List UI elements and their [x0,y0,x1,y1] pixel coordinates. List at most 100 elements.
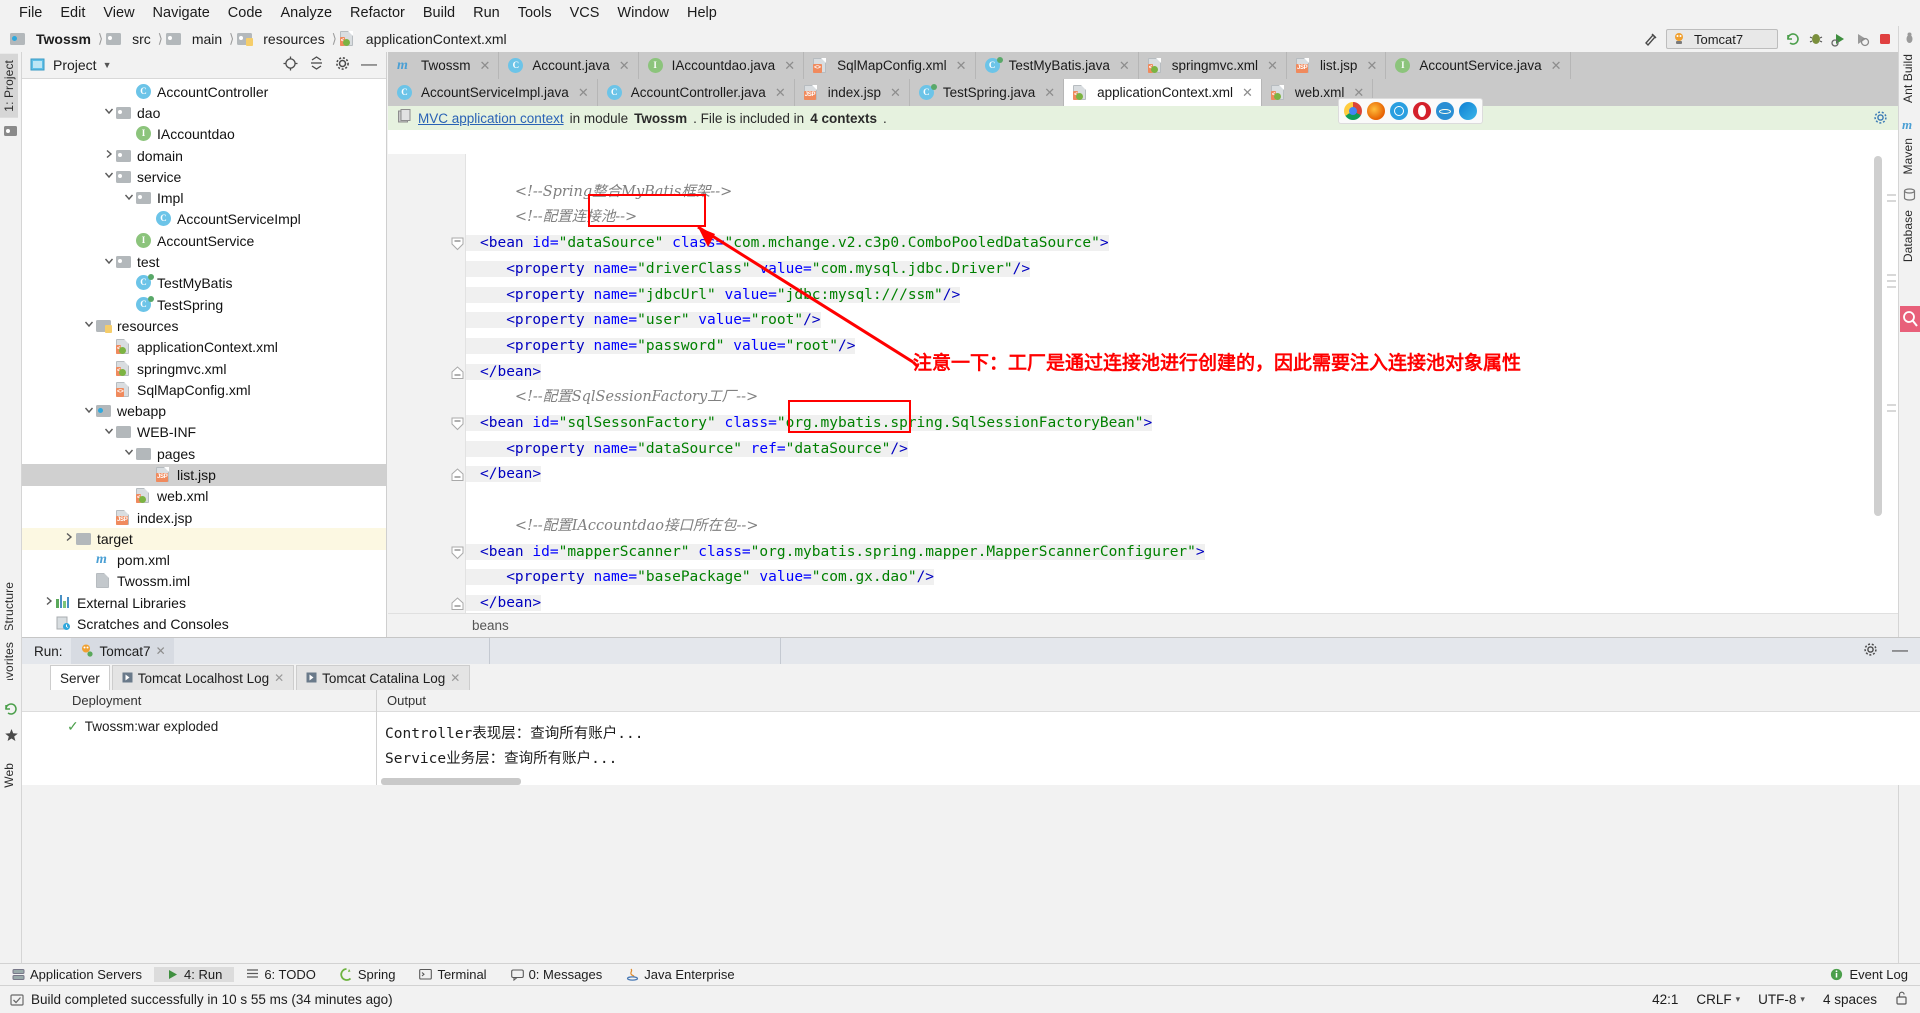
menu-item-view[interactable]: View [94,3,143,23]
debug-icon[interactable] [1808,31,1824,47]
close-icon[interactable]: ✕ [578,85,589,101]
event-log-button[interactable]: Event Log [1830,967,1920,982]
chevron-right-icon[interactable] [42,596,56,609]
close-icon[interactable]: ✕ [1242,85,1253,101]
editor-tab-account-java[interactable]: C Account.java ✕ [499,52,639,79]
menu-item-tools[interactable]: Tools [509,3,561,23]
editor-vertical-scrollbar[interactable] [1871,154,1885,613]
project-tree[interactable]: C AccountController dao I IAccountdao domain s… [22,79,386,637]
editor-tab-sqlmapconfig-xml[interactable]: <> SqlMapConfig.xml ✕ [804,52,976,79]
close-icon[interactable]: ✕ [619,58,630,74]
indent-widget[interactable]: 4 spaces [1823,992,1877,1007]
run-sub-tabs[interactable]: Server Tomcat Localhost Log ✕ Tomcat Catali… [22,664,1920,690]
stop-icon[interactable] [1877,31,1893,47]
close-icon[interactable]: ✕ [1044,85,1055,101]
unlocked-icon[interactable] [1895,991,1908,1008]
hide-icon[interactable]: — [1892,643,1908,659]
line-separator-widget[interactable]: CRLF ▾ [1696,992,1740,1007]
close-icon[interactable]: ✕ [1119,58,1130,74]
tree-node-web-inf[interactable]: WEB-INF [22,422,386,443]
tree-node-test[interactable]: test [22,251,386,272]
code-line[interactable]: <bean id="mapperScanner" class="org.myba… [466,540,1898,566]
strip-tab-ant-build[interactable]: Ant Build [1899,48,1917,109]
gear-icon[interactable] [1863,642,1878,660]
editor-tab-accountservice-java[interactable]: I AccountService.java ✕ [1386,52,1571,79]
close-icon[interactable]: ✕ [1267,58,1278,74]
run-tab-tomcat7[interactable]: Tomcat7 ✕ [70,638,174,664]
strip-tab-maven[interactable]: Maven [1899,132,1917,181]
menu-item-help[interactable]: Help [678,3,726,23]
close-icon[interactable]: ✕ [450,671,460,685]
tree-node-applicationcontext-xml[interactable]: < applicationContext.xml [22,337,386,358]
editor-tab-twossm[interactable]: m Twossm ✕ [388,52,500,79]
bottom-tab-java-enterprise[interactable]: Java Enterprise [614,967,746,982]
strip-tab-project[interactable]: 1: Project [0,54,18,118]
code-line[interactable]: </bean> [466,462,1898,488]
close-icon[interactable]: ✕ [274,671,284,685]
menu-item-run[interactable]: Run [464,3,509,23]
chevron-down-icon[interactable] [82,405,96,418]
tree-node-target[interactable]: target [22,528,386,550]
tree-node-springmvc-xml[interactable]: < springmvc.xml [22,358,386,379]
context-settings-icon[interactable] [1873,110,1888,128]
run-subtab-tomcat-catalina-log[interactable]: Tomcat Catalina Log ✕ [296,665,471,690]
fold-close-icon[interactable] [451,468,464,485]
close-icon[interactable]: ✕ [480,58,491,74]
tree-node-pom-xml[interactable]: m pom.xml [22,550,386,571]
encoding-widget[interactable]: UTF-8 ▾ [1758,992,1805,1007]
strip-tab-database[interactable]: Database [1899,204,1917,268]
edge-icon[interactable] [1459,102,1477,120]
editor-tab-applicationcontext-xml[interactable]: < applicationContext.xml ✕ [1064,79,1262,106]
tree-node-scratches-and-consoles[interactable]: Scratches and Consoles [22,613,386,634]
bottom-tab-run[interactable]: 4: Run [154,967,235,982]
close-icon[interactable]: ✕ [890,85,901,101]
bottom-tab-application-servers[interactable]: Application Servers [0,967,154,982]
fold-open-icon[interactable] [451,546,464,563]
bottom-tab-todo[interactable]: 6: TODO [234,967,328,982]
fold-close-icon[interactable] [451,365,464,383]
editor-tab-list-jsp[interactable]: JSP list.jsp ✕ [1286,52,1387,79]
chevron-down-icon[interactable] [122,447,136,460]
strip-tab-web[interactable]: Web [0,757,18,794]
editor-tabs-row-2[interactable]: C AccountServiceImpl.java ✕ C AccountControl… [388,79,1898,106]
editor-tab-accountserviceimpl-java[interactable]: C AccountServiceImpl.java ✕ [388,79,598,106]
profiler-icon[interactable] [1854,31,1870,47]
chevron-down-icon[interactable] [122,192,136,205]
code-line[interactable]: <property name="user" value="root"/> [466,308,1898,334]
close-icon[interactable]: ✕ [784,58,795,74]
editor-tab-index-jsp[interactable]: JSP index.jsp ✕ [794,79,910,106]
search-tab-icon[interactable] [1900,306,1920,335]
explorer-icon[interactable] [1436,102,1454,120]
deployment-item[interactable]: ✓ Twossm:war exploded [22,712,376,735]
code-line[interactable]: <bean id="dataSource" class="com.mchange… [466,231,1898,257]
tree-node-service[interactable]: service [22,166,386,187]
tree-node-webapp[interactable]: webapp [22,400,386,421]
tree-node-testmybatis[interactable]: C TestMyBatis [22,273,386,294]
code-line[interactable]: <!--配置SqlSessionFactory工厂--> [466,385,1898,411]
menu-item-build[interactable]: Build [414,3,464,23]
breadcrumb-item-main[interactable]: main [164,31,228,47]
run-subtab-server[interactable]: Server [50,665,110,690]
fold-open-icon[interactable] [451,237,464,254]
firefox-icon[interactable] [1367,102,1385,120]
menu-item-window[interactable]: Window [608,3,678,23]
rerun-icon[interactable] [1785,31,1801,47]
menu-item-code[interactable]: Code [219,3,272,23]
tree-node-index-jsp[interactable]: JSP index.jsp [22,507,386,528]
locate-icon[interactable] [283,56,298,74]
bottom-tab-spring[interactable]: Spring [328,967,408,982]
tree-node-iaccountdao[interactable]: I IAccountdao [22,124,386,145]
menu-item-file[interactable]: File [10,3,51,23]
close-icon[interactable]: ✕ [1366,58,1377,74]
chevron-right-icon[interactable] [102,149,116,162]
menu-item-analyze[interactable]: Analyze [271,3,341,23]
menu-item-edit[interactable]: Edit [51,3,94,23]
code-line[interactable] [466,154,1898,180]
run-subtab-tomcat-localhost-log[interactable]: Tomcat Localhost Log ✕ [111,665,295,690]
chevron-down-icon[interactable] [102,106,116,119]
chevron-down-icon[interactable] [102,256,116,269]
breadcrumb-item-resources[interactable]: resources [235,31,330,47]
chrome-icon[interactable] [1344,102,1362,120]
hide-icon[interactable]: — [361,57,377,73]
star-icon[interactable] [0,719,21,745]
